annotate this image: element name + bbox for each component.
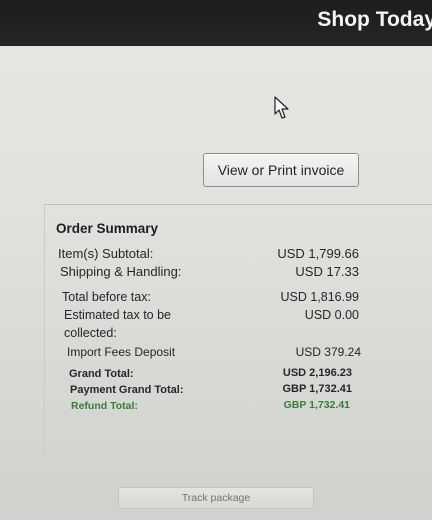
refund-total-label: Refund Total: — [71, 400, 138, 412]
shipping-label: Shipping & Handling: — [60, 264, 182, 279]
payment-grand-total-value: GBP 1,732.41 — [282, 383, 352, 395]
subtotal-value: USD 1,799.66 — [277, 246, 359, 261]
estimated-tax-value: USD 0.00 — [304, 308, 359, 322]
view-print-invoice-button[interactable]: View or Print invoice — [203, 153, 359, 187]
total-before-tax-value: USD 1,816.99 — [280, 290, 359, 304]
shop-today-link[interactable]: Shop Today — [317, 8, 432, 32]
screen: Shop Today View or Print invoice Order S… — [0, 0, 432, 520]
subtotal-label: Item(s) Subtotal: — [58, 246, 154, 261]
total-before-tax-label: Total before tax: — [62, 290, 151, 304]
refund-total-value: GBP 1,732.41 — [283, 399, 350, 411]
estimated-tax-label: Estimated tax to be — [64, 308, 172, 322]
grand-total-label: Grand Total: — [69, 368, 134, 380]
top-bar: Shop Today — [0, 0, 432, 46]
shipping-value: USD 17.33 — [295, 264, 359, 279]
payment-grand-total-label: Payment Grand Total: — [70, 384, 184, 396]
order-summary-title: Order Summary — [56, 221, 159, 236]
track-package-button[interactable]: Track package — [118, 487, 314, 509]
estimated-tax-label-cont: collected: — [64, 326, 117, 340]
grand-total-value: USD 2,196.23 — [282, 367, 352, 379]
import-fees-label: Import Fees Deposit — [67, 345, 176, 359]
mouse-pointer-icon — [274, 96, 289, 119]
import-fees-value: USD 379.24 — [295, 345, 361, 359]
